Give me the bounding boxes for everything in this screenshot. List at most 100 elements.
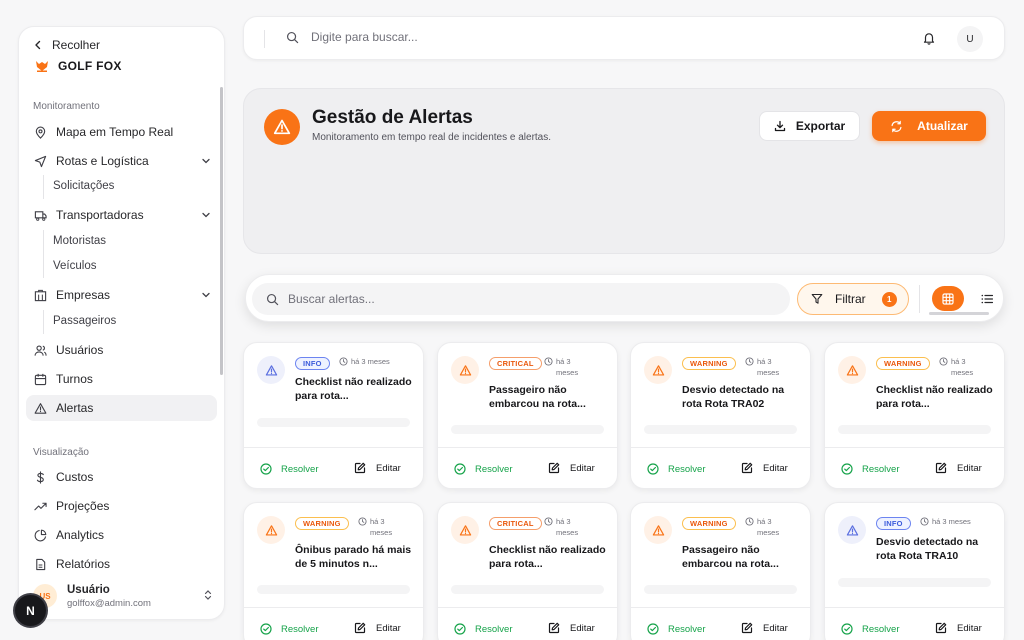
clock-icon — [920, 516, 929, 527]
sidebar-item-usuarios[interactable]: Usuários — [26, 337, 217, 363]
sidebar-item-analytics[interactable]: Analytics — [26, 522, 217, 548]
edit-button[interactable]: Editar — [935, 622, 982, 634]
sidebar-item-projecoes[interactable]: Projeções — [26, 493, 217, 519]
refresh-label: Atualizar — [917, 119, 968, 133]
edit-icon — [354, 462, 366, 474]
list-icon — [981, 293, 993, 305]
chevron-down-icon — [201, 156, 211, 166]
refresh-icon — [890, 120, 903, 133]
sidebar-scrollbar[interactable] — [220, 87, 223, 375]
clock-icon — [544, 356, 553, 378]
resolve-button[interactable]: Resolver — [454, 463, 513, 475]
page-subtitle: Monitoramento em tempo real de incidente… — [312, 132, 552, 143]
sidebar-item-empresas[interactable]: Empresas — [26, 282, 217, 308]
sidebar-item-label: Relatórios — [56, 557, 111, 571]
alert-card[interactable]: WARNING há 3 meses Checklist não realizado… — [824, 342, 1005, 489]
check-circle-icon — [260, 623, 272, 635]
alert-title: Ônibus parado há mais de 5 minutos n... — [295, 544, 412, 570]
severity-badge: INFO — [876, 517, 911, 530]
alert-card[interactable]: WARNING há 3 meses Desvio detectado na rot… — [630, 342, 811, 489]
list-view-button[interactable] — [974, 286, 1000, 311]
edit-icon — [354, 622, 366, 634]
sidebar-item-label: Usuários — [56, 343, 104, 357]
view-toggle-indicator — [929, 312, 989, 315]
sidebar-subitem-passageiros[interactable]: Passageiros — [53, 310, 116, 332]
sidebar-item-alertas[interactable]: Alertas — [26, 395, 217, 421]
sidebar-subitem-motoristas[interactable]: Motoristas — [53, 230, 106, 252]
alert-card[interactable]: WARNING há 3 meses Ônibus parado há mais d… — [243, 502, 424, 640]
edit-label: Editar — [763, 622, 788, 634]
collapse-sidebar-button[interactable]: Recolher — [33, 33, 100, 57]
refresh-button[interactable]: Atualizar — [872, 111, 986, 141]
bell-icon[interactable] — [922, 31, 936, 45]
resolve-button[interactable]: Resolver — [647, 463, 706, 475]
alert-time: há 3 meses — [339, 356, 419, 367]
alert-triangle-icon — [451, 516, 479, 544]
alert-time: há 3 meses — [939, 356, 979, 378]
filter-button[interactable]: Filtrar 1 — [797, 283, 909, 315]
sidebar-item-label: Alertas — [56, 401, 94, 415]
edit-button[interactable]: Editar — [935, 462, 982, 474]
alert-time-text: há 3 meses — [757, 357, 780, 377]
alert-search-input[interactable]: Buscar alertas... — [252, 283, 790, 315]
sidebar-subitem-veiculos[interactable]: Veículos — [53, 255, 96, 277]
sidebar-subitem-solicitacoes[interactable]: Solicitações — [53, 175, 114, 197]
divider — [631, 447, 810, 448]
edit-label: Editar — [763, 462, 788, 474]
user-name: Usuário — [67, 583, 110, 596]
brand[interactable]: GOLF FOX — [35, 59, 122, 73]
alert-card[interactable]: WARNING há 3 meses Passageiro não embarcou… — [630, 502, 811, 640]
submenu-line — [43, 230, 44, 278]
chevron-left-icon — [33, 40, 43, 50]
severity-badge: WARNING — [876, 357, 930, 370]
alert-triangle-icon — [257, 516, 285, 544]
resolve-button[interactable]: Resolver — [647, 623, 706, 635]
user-menu[interactable]: US Usuário golffox@admin.com — [33, 581, 213, 611]
resolve-button[interactable]: Resolver — [841, 463, 900, 475]
resolve-button[interactable]: Resolver — [260, 463, 319, 475]
chevron-down-icon — [201, 290, 211, 300]
alert-time-text: há 3 meses — [757, 517, 780, 537]
edit-button[interactable]: Editar — [741, 622, 788, 634]
resolve-label: Resolver — [475, 623, 513, 635]
sidebar-item-turnos[interactable]: Turnos — [26, 366, 217, 392]
sidebar-item-label: Custos — [56, 470, 94, 484]
truck-icon — [34, 209, 47, 222]
export-button[interactable]: Exportar — [759, 111, 860, 141]
edit-button[interactable]: Editar — [354, 622, 401, 634]
sidebar-item-label: Empresas — [56, 288, 111, 302]
sidebar-item-rotas[interactable]: Rotas e Logística — [26, 148, 217, 174]
edit-button[interactable]: Editar — [354, 462, 401, 474]
check-circle-icon — [454, 623, 466, 635]
nextjs-devtools-button[interactable]: N — [15, 595, 46, 626]
alert-title: Passageiro não embarcou na rota... — [489, 384, 586, 410]
sidebar-item-label: Projeções — [56, 499, 110, 513]
sidebar-item-transportadoras[interactable]: Transportadoras — [26, 202, 217, 228]
edit-icon — [935, 462, 947, 474]
alert-time: há 3 meses — [745, 516, 785, 538]
resolve-button[interactable]: Resolver — [841, 623, 900, 635]
alert-card[interactable]: CRITICAL há 3 meses Passageiro não embarco… — [437, 342, 618, 489]
search-icon — [266, 293, 279, 306]
resolve-button[interactable]: Resolver — [454, 623, 513, 635]
global-search-input[interactable]: Digite para buscar... — [286, 30, 418, 44]
resolve-label: Resolver — [475, 463, 513, 475]
edit-label: Editar — [957, 622, 982, 634]
divider — [825, 447, 1004, 448]
edit-button[interactable]: Editar — [741, 462, 788, 474]
alert-card[interactable]: INFO há 3 meses Checklist não realizado pa… — [243, 342, 424, 489]
sidebar-item-mapa[interactable]: Mapa em Tempo Real — [26, 119, 217, 145]
edit-button[interactable]: Editar — [548, 622, 595, 634]
alert-card[interactable]: INFO há 3 meses Desvio detectado na rota R… — [824, 502, 1005, 640]
edit-label: Editar — [376, 622, 401, 634]
sidebar-item-relatorios[interactable]: Relatórios — [26, 551, 217, 577]
grid-view-button[interactable] — [932, 286, 964, 311]
severity-badge: WARNING — [682, 517, 736, 530]
alert-card[interactable]: CRITICAL há 3 meses Checklist não realizad… — [437, 502, 618, 640]
sidebar-item-custos[interactable]: Custos — [26, 464, 217, 490]
top-avatar[interactable]: U — [957, 26, 983, 52]
edit-button[interactable]: Editar — [548, 462, 595, 474]
edit-icon — [548, 462, 560, 474]
alert-triangle-icon — [838, 356, 866, 384]
resolve-button[interactable]: Resolver — [260, 623, 319, 635]
